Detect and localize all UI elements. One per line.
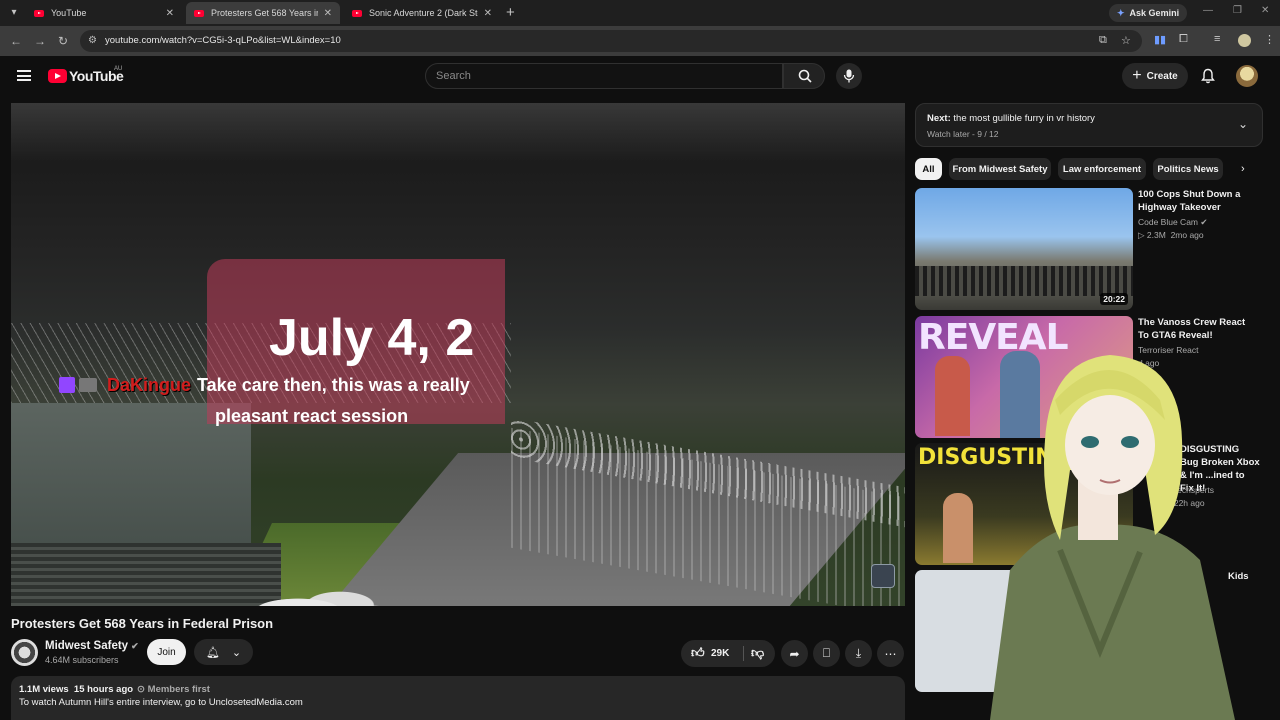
save-bookmark-icon[interactable]: ⎕ — [813, 640, 840, 667]
forward-icon[interactable]: → — [34, 34, 46, 48]
browser-tab-bar: ▾ YouTube ✕ Protesters Get 568 Years in … — [0, 0, 1280, 26]
expand-playlist-chevron-icon[interactable]: ⌄ — [1238, 117, 1248, 131]
thumbs-down-icon[interactable]: 👎︎ — [751, 645, 764, 661]
video-player[interactable]: July 4, 2 DaKingue Take care then, this w… — [11, 103, 905, 606]
chat-username: DaKingue — [107, 375, 192, 395]
notifications-bell-icon[interactable] — [1201, 68, 1215, 89]
next-video-label: Next: the most gullible furry in vr hist… — [927, 113, 1095, 124]
chat-badge-icon — [79, 378, 97, 392]
browser-profile-avatar[interactable] — [1238, 34, 1251, 47]
channel-name: Code Blue Cam ✔ — [1138, 217, 1208, 227]
bookmark-star-icon[interactable]: ☆ — [1121, 34, 1131, 47]
thumb-police-line — [915, 266, 1133, 296]
video-container-box — [11, 543, 281, 606]
close-tab-icon[interactable]: ✕ — [484, 8, 492, 19]
playlist-info: Watch later - 9 / 12 — [927, 129, 999, 139]
plus-icon: + — [1132, 67, 1142, 84]
chip-from-channel[interactable]: From Midwest Safety — [949, 158, 1051, 180]
chip-law-enforcement[interactable]: Law enforcement — [1058, 158, 1146, 180]
country-code: AU — [114, 66, 123, 72]
media-control-icon[interactable]: ≡ — [1214, 33, 1220, 45]
close-window-icon[interactable]: ✕ — [1261, 5, 1269, 16]
thumbs-up-icon[interactable]: 👍︎ — [691, 645, 705, 661]
recommendation-item[interactable]: 20:22 100 Cops Shut Down a Highway Takeo… — [915, 188, 1265, 310]
verified-check-icon: ✔ — [131, 641, 139, 651]
chat-message-line2: pleasant react session — [215, 406, 409, 426]
youtube-favicon-icon — [352, 9, 362, 17]
minimize-icon[interactable]: — — [1203, 5, 1213, 16]
channel-avatar[interactable] — [11, 639, 38, 666]
channel-name[interactable]: Midwest Safety ✔ — [45, 640, 139, 652]
site-info-icon[interactable]: ⚙ — [88, 35, 97, 46]
browser-tab-protesters[interactable]: Protesters Get 568 Years in Fede ✕ — [186, 2, 340, 24]
divider — [743, 646, 744, 661]
more-actions-icon[interactable]: ⋯ — [877, 640, 904, 667]
like-count[interactable]: 29K — [711, 648, 729, 659]
description-box[interactable]: 1.1M views 15 hours ago ⊙ Members first T… — [11, 676, 905, 720]
ask-gemini-button[interactable]: ✦ Ask Gemini — [1109, 4, 1188, 22]
video-meta: ▷ 2.3M 2mo ago — [1138, 230, 1204, 240]
browser-tab-youtube[interactable]: YouTube ✕ — [26, 2, 182, 24]
new-tab-icon[interactable]: + — [506, 4, 515, 21]
chevron-down-icon: ⌄ — [231, 646, 242, 659]
subscriber-count: 4.64M subscribers — [45, 655, 119, 665]
youtube-favicon-icon — [194, 9, 204, 17]
close-tab-icon[interactable]: ✕ — [324, 8, 332, 19]
close-tab-icon[interactable]: ✕ — [166, 8, 174, 19]
play-count-icon: ▷ — [1138, 230, 1145, 240]
chip-all[interactable]: All — [915, 158, 942, 180]
video-duration: 20:22 — [1100, 293, 1128, 305]
menu-icon[interactable] — [17, 70, 31, 81]
install-app-icon[interactable]: ⧉ — [1099, 34, 1107, 47]
back-icon[interactable]: ← — [10, 34, 22, 48]
bell-icon: 🔔︎ — [205, 646, 220, 659]
video-trash-bags — [256, 583, 396, 606]
channel-watermark-icon[interactable] — [871, 564, 895, 588]
chat-message-line1: Take care then, this was a really — [197, 375, 470, 395]
search-input[interactable]: Search — [425, 63, 783, 89]
download-icon[interactable]: ⤓ — [845, 640, 872, 667]
search-button[interactable] — [783, 63, 825, 89]
video-thumbnail[interactable]: 20:22 — [915, 188, 1133, 310]
omnibox[interactable]: ⚙ youtube.com/watch?v=CG5i-3-qLPo&list=W… — [80, 30, 1142, 52]
stream-chat-overlay: DaKingue Take care then, this was a reall… — [59, 375, 470, 427]
view-stats: 1.1M views 15 hours ago ⊙ Members first — [19, 684, 210, 695]
browser-menu-icon[interactable]: ⋮ — [1264, 33, 1275, 46]
create-button[interactable]: + Create — [1122, 63, 1188, 89]
youtube-favicon-icon — [34, 9, 44, 17]
address-bar: ← → ↻ ⚙ youtube.com/watch?v=CG5i-3-qLPo&… — [0, 26, 1280, 56]
video-sky — [11, 103, 905, 163]
stats-extension-icon[interactable]: ▮▮ — [1154, 33, 1166, 46]
tab-search-menu-icon[interactable]: ▾ — [6, 5, 22, 21]
reload-icon[interactable]: ↻ — [58, 34, 68, 48]
video-title[interactable]: 100 Cops Shut Down a Highway Takeover — [1138, 188, 1258, 214]
chip-politics-news[interactable]: Politics News — [1153, 158, 1223, 180]
twitch-icon — [59, 377, 75, 393]
youtube-logo-icon[interactable] — [48, 69, 67, 83]
microphone-icon — [843, 69, 855, 83]
voice-search-button[interactable] — [836, 63, 862, 89]
browser-tab-sonic[interactable]: Sonic Adventure 2 (Dark Story ✕ — [344, 2, 500, 24]
video-title: Protesters Get 568 Years in Federal Pris… — [11, 616, 274, 631]
chevron-right-icon[interactable]: › — [1241, 163, 1245, 175]
subscription-bell-button[interactable]: 🔔︎ ⌄ — [194, 639, 253, 665]
extensions-icon[interactable]: ⧠ — [1179, 33, 1188, 46]
join-button[interactable]: Join — [147, 639, 186, 665]
search-icon — [798, 69, 812, 83]
url-text[interactable]: youtube.com/watch?v=CG5i-3-qLPo&list=WL&… — [105, 35, 341, 46]
video-overlay-date: July 4, 2 — [269, 309, 475, 367]
like-dislike-group: 👍︎ 29K 👎︎ — [681, 640, 775, 667]
share-icon[interactable]: ➦ — [781, 640, 808, 667]
description-text: To watch Autumn Hill's entire interview,… — [19, 697, 303, 708]
vtuber-avatar-overlay — [990, 355, 1235, 720]
restore-icon[interactable]: ❐ — [1233, 5, 1242, 16]
playlist-panel[interactable]: Next: the most gullible furry in vr hist… — [915, 103, 1263, 147]
youtube-header: YouTube AU Search + Create — [0, 56, 1280, 96]
verified-check-icon: ✔ — [1200, 217, 1208, 227]
members-first-badge: ⊙ Members first — [137, 684, 210, 695]
account-avatar[interactable] — [1236, 65, 1258, 87]
gemini-icon: ✦ — [1117, 7, 1125, 18]
